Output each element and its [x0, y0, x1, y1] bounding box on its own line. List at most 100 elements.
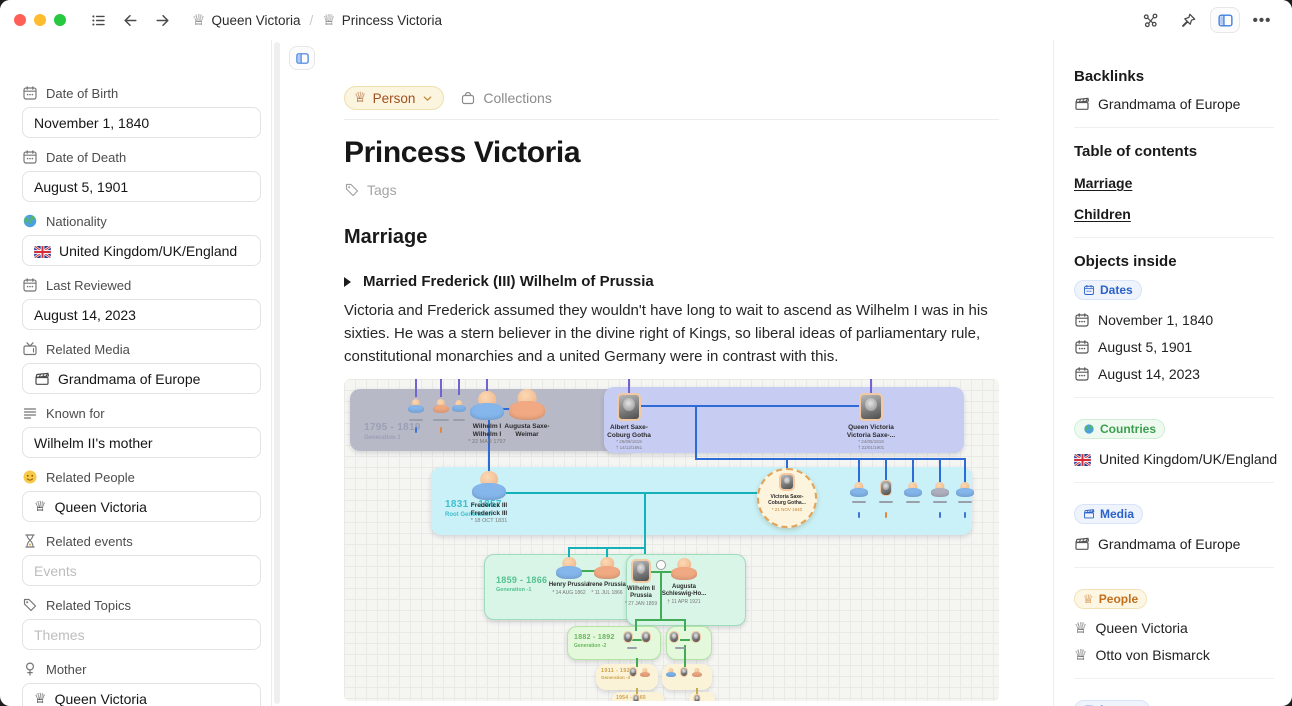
object-item-label: Grandmama of Europe	[1098, 536, 1241, 552]
property-label[interactable]: Related events	[22, 532, 261, 550]
group-pill[interactable]: Media	[1074, 504, 1144, 524]
property-value-input[interactable]: August 5, 1901	[22, 171, 261, 202]
breadcrumb-item[interactable]: ♕ Princess Victoria	[322, 10, 442, 29]
objects-group: ♕ People ♕ Queen Victoria ♕ Otto von Bismarck	[1074, 583, 1274, 663]
property-label-text: Related Topics	[46, 597, 132, 613]
tree-avatar	[640, 668, 650, 677]
property-value-input[interactable]: Themes	[22, 619, 261, 650]
tree-person-date: * 27 JAN 1859	[624, 601, 658, 607]
property-value-input[interactable]: ♕ Queen Victoria	[22, 683, 261, 706]
collections-button[interactable]: Collections	[460, 90, 552, 106]
property-label-text: Related People	[46, 469, 135, 485]
property-label[interactable]: Date of Birth	[22, 84, 261, 102]
breadcrumb-separator: /	[309, 12, 314, 28]
tv-icon	[22, 341, 38, 357]
property-label-text: Date of Birth	[46, 85, 119, 101]
graph-icon[interactable]	[1138, 8, 1162, 32]
property-label[interactable]: Last Reviewed	[22, 276, 261, 294]
female-icon	[22, 661, 38, 677]
minimize-window-button[interactable]	[34, 14, 46, 26]
tree-photo	[680, 667, 688, 677]
property-field: Related Media Grandmama of Europe	[22, 340, 261, 394]
breadcrumb-item[interactable]: ♕ Queen Victoria	[192, 10, 301, 29]
property-value-input[interactable]: United Kingdom/UK/England	[22, 235, 261, 266]
tree-person-name: Augusta Saxe- Weimar	[504, 423, 550, 438]
backlink-item[interactable]: Grandmama of Europe	[1074, 96, 1274, 112]
tree-person-name: Queen Victoria Victoria Saxe-...	[846, 424, 896, 439]
tree-avatar	[509, 389, 545, 420]
object-item-label: United Kingdom/UK/England	[1099, 451, 1278, 467]
family-tree-image[interactable]: 1795 - 1819 Generation 1 1831 - 1857 Roo…	[344, 379, 999, 701]
property-value: Wilhelm II's mother	[34, 434, 153, 451]
toc-link[interactable]: Marriage	[1074, 175, 1274, 191]
queen-icon: ♕	[192, 10, 206, 29]
queen-icon: ♕	[1083, 592, 1094, 606]
tree-generation-label: Generation -1	[496, 587, 532, 593]
toggle-block[interactable]: Married Frederick (III) Wilhelm of Pruss…	[344, 273, 999, 290]
object-item[interactable]: Grandmama of Europe	[1074, 536, 1274, 552]
object-item[interactable]: ♕ Otto von Bismarck	[1074, 647, 1274, 663]
property-label[interactable]: Nationality	[22, 212, 261, 230]
group-pill[interactable]: Images	[1074, 700, 1151, 706]
zoom-window-button[interactable]	[54, 14, 66, 26]
group-pill[interactable]: Countries	[1074, 419, 1166, 439]
property-label[interactable]: Related Topics	[22, 596, 261, 614]
property-label[interactable]: Mother	[22, 660, 261, 678]
object-item-label: November 1, 1840	[1098, 312, 1214, 328]
group-pill[interactable]: ♕ People	[1074, 589, 1148, 609]
toggle-right-panel-button[interactable]	[1210, 7, 1240, 33]
property-value-input[interactable]: ♕ Queen Victoria	[22, 491, 261, 522]
property-field: Last Reviewed August 14, 2023	[22, 276, 261, 330]
page-title[interactable]: Princess Victoria	[344, 136, 999, 170]
globe-icon	[22, 213, 38, 229]
property-value-input[interactable]: Grandmama of Europe	[22, 363, 261, 394]
toggle-triangle-icon[interactable]	[344, 276, 351, 287]
tags-row[interactable]: Tags	[344, 182, 999, 198]
property-label[interactable]: Known for	[22, 404, 261, 422]
object-item[interactable]: United Kingdom/UK/England	[1073, 451, 1278, 467]
property-label[interactable]: Date of Death	[22, 148, 261, 166]
forward-arrow-icon[interactable]	[150, 8, 174, 32]
property-value-input[interactable]: Events	[22, 555, 261, 586]
divider	[1074, 567, 1274, 568]
tree-avatar	[850, 482, 868, 497]
object-item-label: Queen Victoria	[1095, 620, 1188, 636]
property-value-input[interactable]: November 1, 1840	[22, 107, 261, 138]
back-arrow-icon[interactable]	[118, 8, 142, 32]
object-type-pill[interactable]: ♕ Person	[344, 86, 445, 110]
property-value: United Kingdom/UK/England	[59, 242, 238, 259]
property-value: August 5, 1901	[34, 178, 129, 195]
property-label[interactable]: Related People	[22, 468, 261, 486]
text-icon	[22, 405, 38, 421]
list-menu-icon[interactable]	[86, 8, 110, 32]
pin-icon[interactable]	[1176, 8, 1200, 32]
queen-icon: ♕	[322, 10, 336, 29]
tree-photo	[669, 631, 679, 643]
property-field: Related People ♕ Queen Victoria	[22, 468, 261, 522]
more-menu-button[interactable]: •••	[1250, 8, 1274, 32]
backlink-label: Grandmama of Europe	[1098, 96, 1241, 112]
hourglass-icon	[22, 533, 38, 549]
close-window-button[interactable]	[14, 14, 26, 26]
paragraph[interactable]: Victoria and Frederick assumed they woul…	[344, 299, 999, 368]
tree-generation-label: Generation 1	[364, 435, 401, 441]
property-value-input[interactable]: Wilhelm II's mother	[22, 427, 261, 458]
object-item[interactable]: August 5, 1901	[1074, 339, 1274, 355]
properties-sidebar: Date of Birth November 1, 1840 Date of Dea…	[0, 40, 272, 706]
object-item[interactable]: August 14, 2023	[1074, 366, 1274, 382]
section-heading-marriage[interactable]: Marriage	[344, 226, 999, 249]
tree-avatar	[433, 399, 449, 413]
property-label[interactable]: Related Media	[22, 340, 261, 358]
group-pill[interactable]: Dates	[1074, 280, 1142, 300]
tree-person-date: * 24/05/1819 † 22/01/1901	[857, 439, 885, 450]
toggle-left-panel-button[interactable]	[289, 46, 315, 70]
object-item[interactable]: ♕ Queen Victoria	[1074, 620, 1274, 636]
object-item[interactable]: November 1, 1840	[1074, 312, 1274, 328]
objects-group: ImagesPrincess Victoria Royal and Fr...	[1074, 694, 1274, 706]
property-value: Queen Victoria	[54, 690, 147, 706]
property-field: Nationality United Kingdom/UK/England	[22, 212, 261, 266]
property-value-input[interactable]: August 14, 2023	[22, 299, 261, 330]
tree-avatar	[452, 400, 466, 412]
sidebar-scrollbar[interactable]	[274, 42, 280, 704]
toc-link[interactable]: Children	[1074, 206, 1274, 222]
